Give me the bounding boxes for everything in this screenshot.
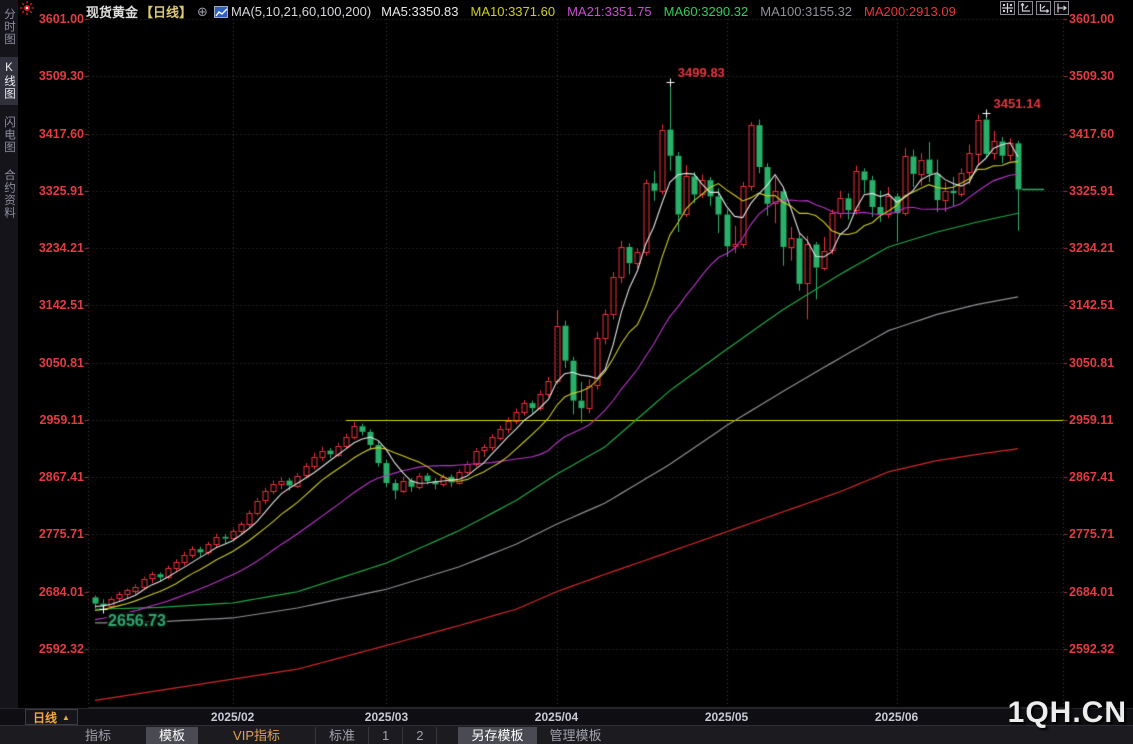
- toolbar-tab-另存模板[interactable]: 另存模板: [458, 727, 536, 744]
- y-axis-label: 2775.71: [1069, 527, 1131, 541]
- y-axis-label: 3234.21: [1069, 241, 1131, 255]
- y-axis-label: 2592.32: [1069, 642, 1131, 656]
- ma-value: MA21:3351.75: [567, 4, 652, 19]
- y-axis-label: 3325.91: [1069, 184, 1131, 198]
- pan-right-icon[interactable]: [1054, 1, 1069, 15]
- x-axis-label: 2025/03: [365, 710, 408, 724]
- y-axis-label: 3417.60: [1069, 127, 1131, 141]
- period-selector-button[interactable]: 日线 ▲: [25, 709, 78, 725]
- chart-header: 现货黄金 【日线】 ⊕ MA(5,10,21,60,100,200) MA5:3…: [0, 0, 1133, 20]
- toolbar-tab-标准[interactable]: 标准: [315, 727, 369, 744]
- ma-value: MA60:3290.32: [664, 4, 749, 19]
- ma-values-row: MA5:3350.83 MA10:3371.60 MA21:3351.75 MA60:…: [381, 3, 968, 21]
- ma-value: MA100:3155.32: [760, 4, 852, 19]
- axis-zoom-vertical-icon[interactable]: [1018, 1, 1033, 15]
- toolbar-tab-模板[interactable]: 模板: [146, 727, 198, 744]
- toolbar-tab-VIP指标[interactable]: VIP指标: [220, 727, 293, 744]
- y-axis-label: 2684.01: [14, 585, 84, 599]
- y-axis-label: 2775.71: [14, 527, 84, 541]
- y-axis-label: 3234.21: [14, 241, 84, 255]
- toolbar-tab-管理模板[interactable]: 管理模板: [537, 727, 615, 744]
- y-axis-label: 2867.41: [14, 470, 84, 484]
- live-indicator-icon: [20, 1, 34, 15]
- compare-icon[interactable]: ⊕: [197, 4, 208, 20]
- period-label: 【日线】: [140, 2, 192, 21]
- ma-value: MA200:2913.09: [864, 4, 956, 19]
- y-axis-label: 2592.32: [14, 642, 84, 656]
- y-axis-label: 3509.30: [14, 69, 84, 83]
- ma-value: MA5:3350.83: [381, 4, 458, 19]
- sidebar-item-合约资料[interactable]: 合约资料: [0, 164, 18, 224]
- watermark: 1QH.CN: [1008, 696, 1127, 730]
- y-axis-label: 3142.51: [1069, 298, 1131, 312]
- candlestick-chart-canvas[interactable]: [0, 0, 1133, 744]
- bottom-toolbar: 指标 模板 VIP指标 标准12 另存模板管理模板: [0, 725, 1133, 744]
- period-selector-label: 日线: [33, 709, 57, 726]
- toolbar-tab-指标[interactable]: 指标: [72, 727, 124, 744]
- ma-value: MA10:3371.60: [471, 4, 556, 19]
- header-toolbar: [997, 1, 1069, 15]
- y-axis-label: 3050.81: [14, 356, 84, 370]
- toolbar-tab-1[interactable]: 1: [368, 727, 403, 744]
- y-axis-label: 2959.11: [1069, 413, 1131, 427]
- y-axis-label: 3142.51: [14, 298, 84, 312]
- ma-group-label: MA(5,10,21,60,100,200): [231, 4, 371, 19]
- left-sidebar: 分时图K线图闪电图合约资料: [0, 0, 18, 708]
- y-axis-label: 2684.01: [1069, 585, 1131, 599]
- x-axis-label: 2025/06: [875, 710, 918, 724]
- x-axis-strip[interactable]: 日线 ▲ 2025/02 2025/03 2025/04 2025/05 2025/06: [0, 708, 1133, 725]
- x-axis-label: 2025/05: [705, 710, 748, 724]
- y-axis-label: 2867.41: [1069, 470, 1131, 484]
- trading-app-window: 现货黄金 【日线】 ⊕ MA(5,10,21,60,100,200) MA5:3…: [0, 0, 1133, 744]
- y-axis-label: 3325.91: [14, 184, 84, 198]
- sidebar-item-闪电图[interactable]: 闪电图: [0, 111, 18, 159]
- toolbar-tab-2[interactable]: 2: [402, 727, 437, 744]
- x-axis-label: 2025/04: [535, 710, 578, 724]
- triangle-up-icon: ▲: [62, 713, 70, 722]
- indicator-icon[interactable]: [214, 6, 228, 18]
- sidebar-item-K线图[interactable]: K线图: [0, 57, 18, 105]
- y-axis-label: 3050.81: [1069, 356, 1131, 370]
- y-axis-label: 3417.60: [14, 127, 84, 141]
- symbol-name: 现货黄金: [86, 2, 138, 21]
- axis-zoom-horizontal-icon[interactable]: [1036, 1, 1051, 15]
- x-axis-label: 2025/02: [211, 710, 254, 724]
- crosshair-move-icon[interactable]: [1000, 1, 1015, 15]
- y-axis-label: 2959.11: [14, 413, 84, 427]
- y-axis-label: 3509.30: [1069, 69, 1131, 83]
